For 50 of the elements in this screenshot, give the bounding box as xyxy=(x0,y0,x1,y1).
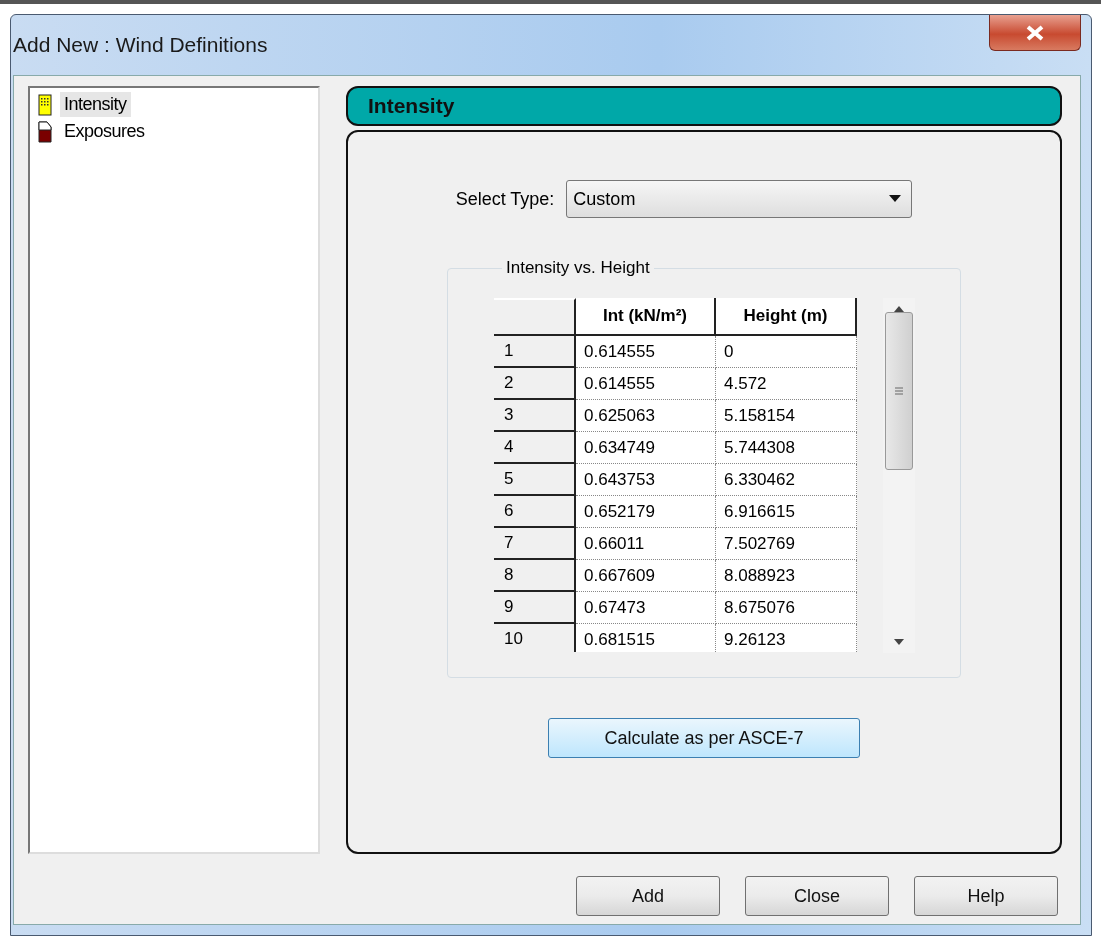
dialog-button[interactable]: Close xyxy=(745,876,889,916)
row-header: 5 xyxy=(494,464,576,496)
row-header: 1 xyxy=(494,336,576,368)
tree-item[interactable]: Exposures xyxy=(60,119,149,144)
table-cell[interactable]: 0.67473 xyxy=(576,592,716,624)
table-cell[interactable]: 6.916615 xyxy=(716,496,857,528)
row-header: 3 xyxy=(494,400,576,432)
table-cell[interactable]: 0.66011 xyxy=(576,528,716,560)
scroll-down-icon[interactable] xyxy=(894,639,904,645)
calculate-button[interactable]: Calculate as per ASCE-7 xyxy=(548,718,860,758)
table-cell[interactable]: 7.502769 xyxy=(716,528,857,560)
row-header: 9 xyxy=(494,592,576,624)
table-cell[interactable]: 5.158154 xyxy=(716,400,857,432)
window-title: Add New : Wind Definitions xyxy=(13,33,268,57)
note-icon xyxy=(38,93,52,116)
row-header: 4 xyxy=(494,432,576,464)
close-icon xyxy=(1026,24,1044,41)
document-icon xyxy=(38,120,52,143)
close-button[interactable] xyxy=(989,15,1081,51)
table-cell[interactable]: 4.572 xyxy=(716,368,857,400)
column-header: Int (kN/m²) xyxy=(576,298,716,336)
table-cell[interactable]: 0.643753 xyxy=(576,464,716,496)
table-cell[interactable]: 6.330462 xyxy=(716,464,857,496)
type-dropdown[interactable]: Custom xyxy=(566,180,913,218)
table-cell[interactable]: 5.744308 xyxy=(716,432,857,464)
row-header: 8 xyxy=(494,560,576,592)
dialog-button[interactable]: Add xyxy=(576,876,720,916)
grip-icon xyxy=(895,386,903,395)
row-header: 2 xyxy=(494,368,576,400)
tree-item[interactable]: Intensity xyxy=(60,92,131,117)
table-cell[interactable]: 0.614555 xyxy=(576,368,716,400)
table-cell[interactable]: 0 xyxy=(716,336,857,368)
row-header: 7 xyxy=(494,528,576,560)
table-cell[interactable]: 0.614555 xyxy=(576,336,716,368)
table-cell[interactable]: 8.088923 xyxy=(716,560,857,592)
table-cell[interactable]: 8.675076 xyxy=(716,592,857,624)
dialog-button[interactable]: Help xyxy=(914,876,1058,916)
table-cell[interactable]: 0.667609 xyxy=(576,560,716,592)
section-title: Intensity xyxy=(368,94,455,118)
select-type-label: Select Type: xyxy=(455,188,555,210)
table-cell[interactable]: 0.634749 xyxy=(576,432,716,464)
caret-icon xyxy=(889,195,902,203)
table-cell[interactable]: 0.625063 xyxy=(576,400,716,432)
table-cell[interactable]: 9.26123 xyxy=(716,624,857,652)
table-cell[interactable]: 0.681515 xyxy=(576,624,716,652)
column-header: Height (m) xyxy=(716,298,857,336)
row-header: 6 xyxy=(494,496,576,528)
table-cell[interactable]: 0.652179 xyxy=(576,496,716,528)
scroll-thumb[interactable] xyxy=(885,311,913,470)
group-title: Intensity vs. Height xyxy=(505,258,651,278)
